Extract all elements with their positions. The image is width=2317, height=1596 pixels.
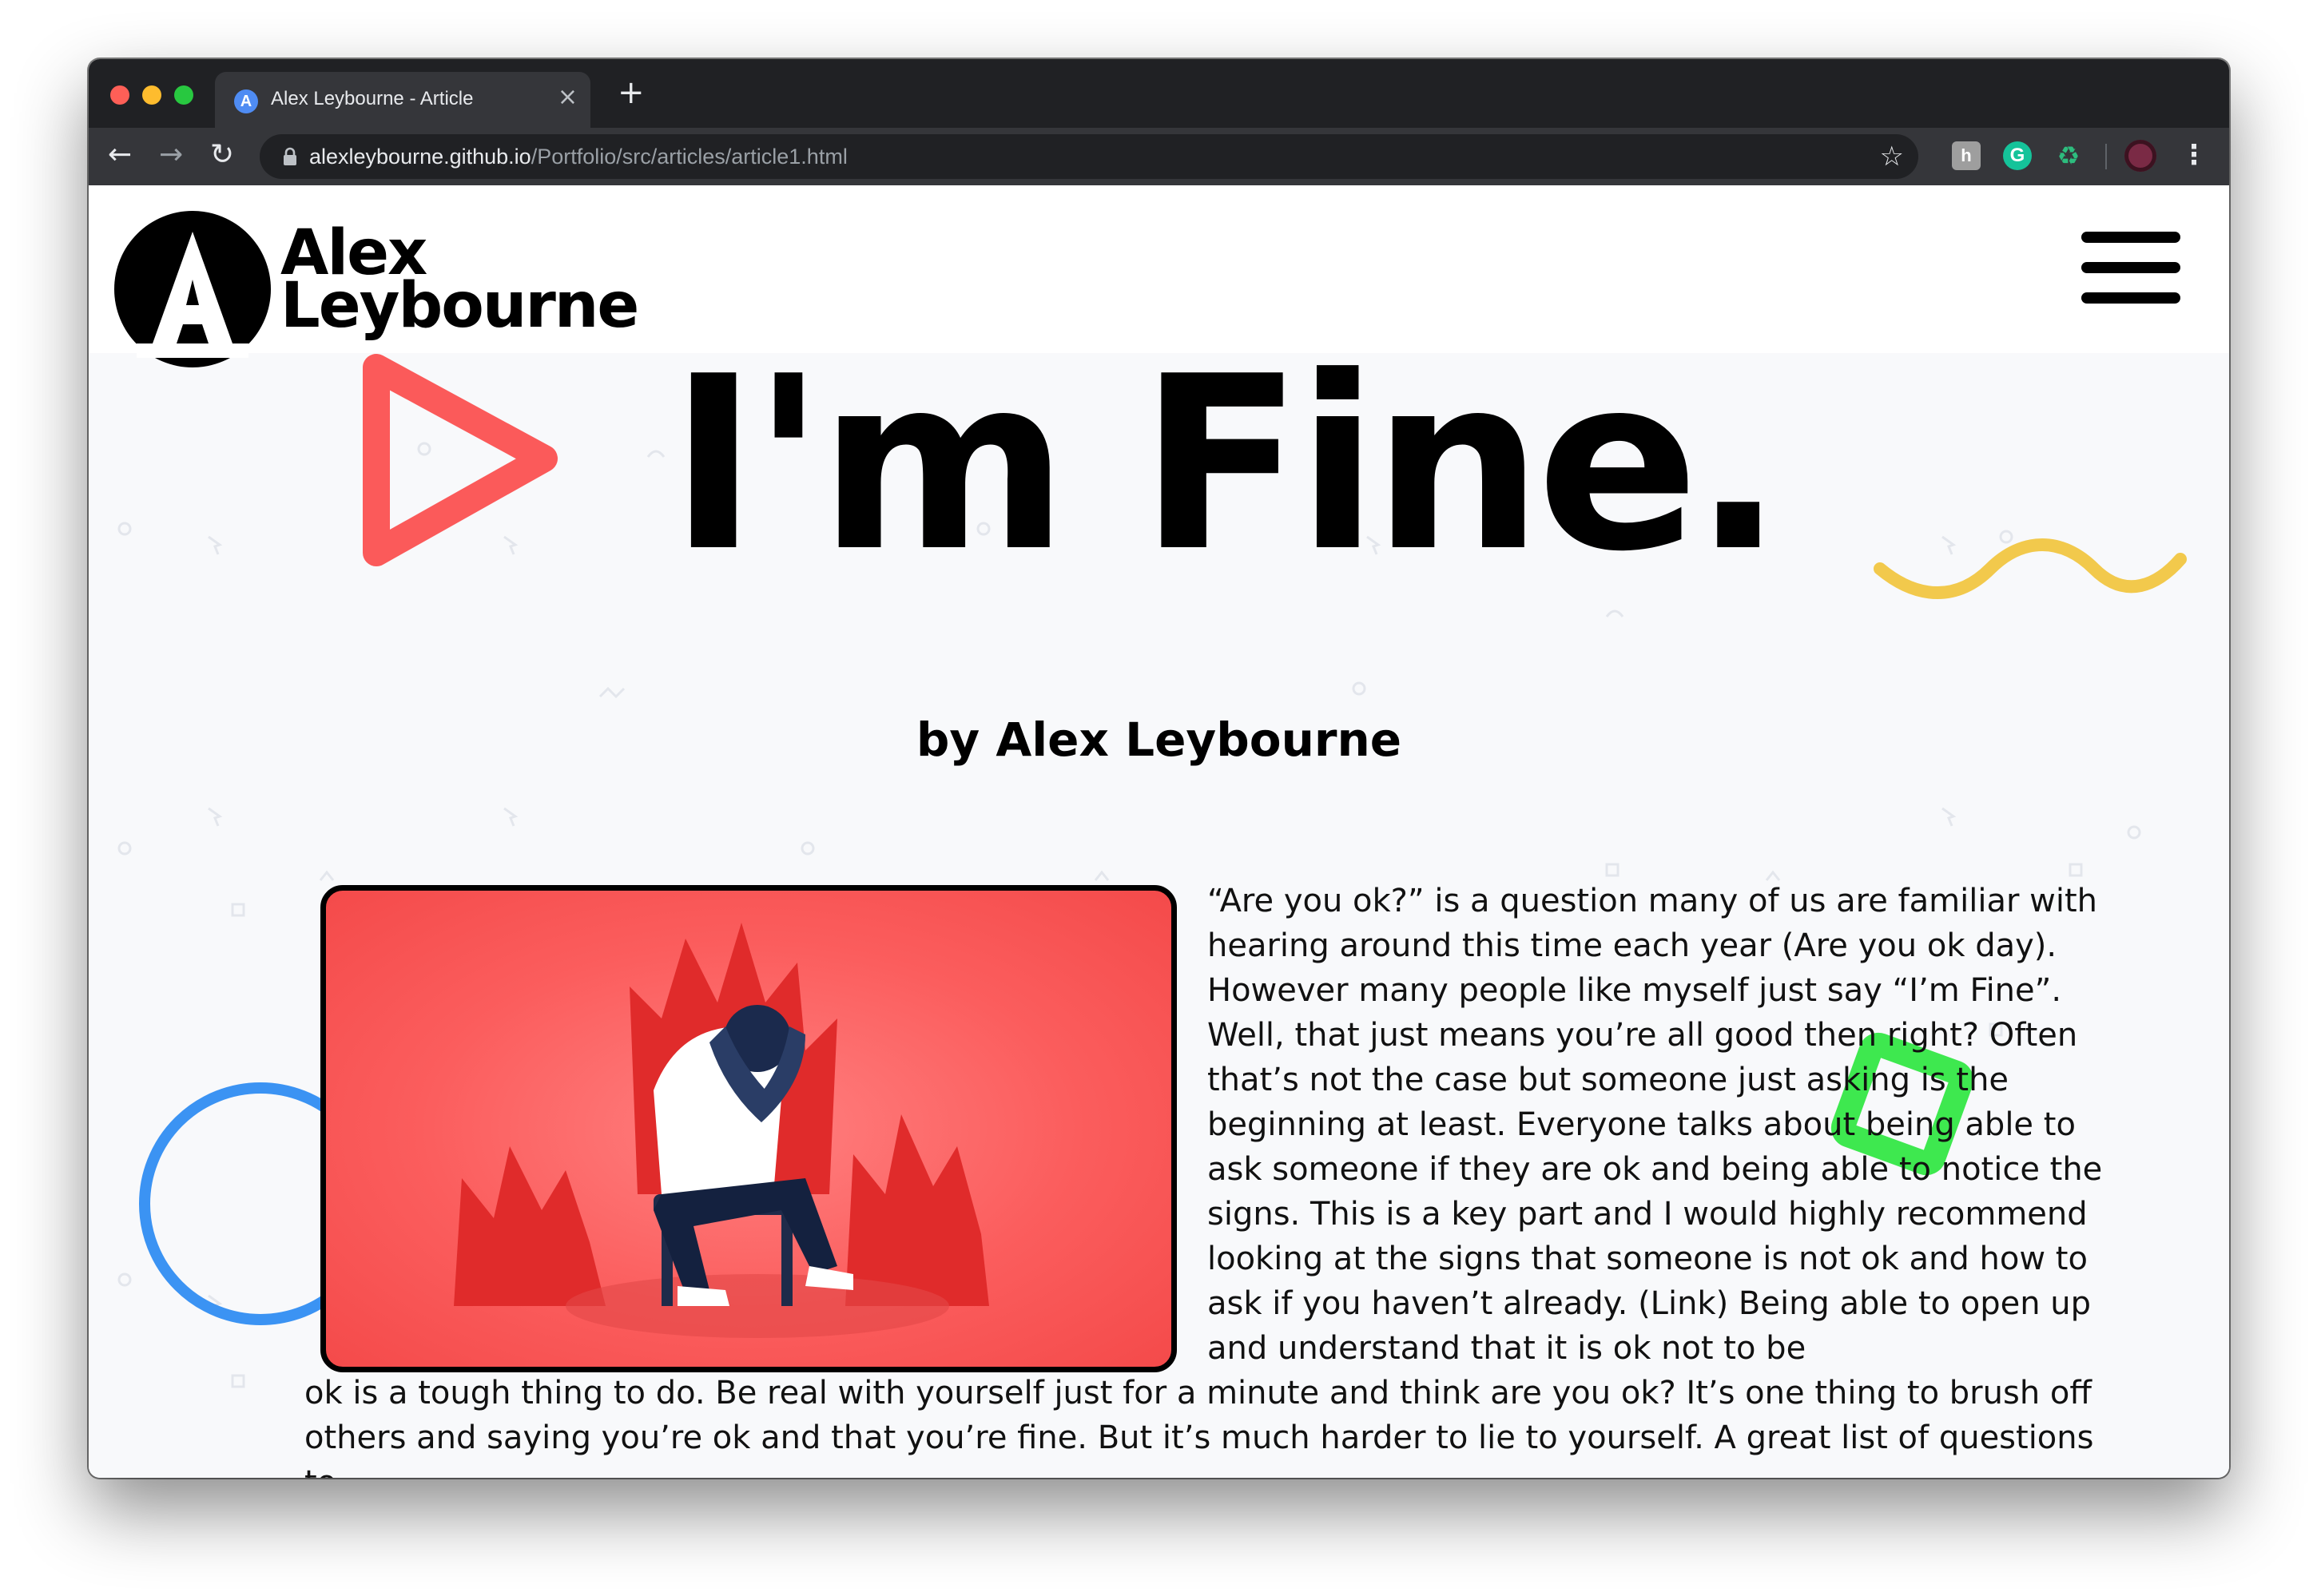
url-text: alexleybourne.github.io/Portfolio/src/ar… — [309, 145, 848, 169]
tab-title: Alex Leybourne - Article — [271, 88, 474, 109]
url-host: alexleybourne.github.io — [309, 145, 531, 169]
logo-line-last: Leybourne — [280, 270, 639, 342]
forward-arrow-icon[interactable]: → — [159, 137, 183, 173]
tab-bar: A Alex Leybourne - Article × + — [89, 59, 2229, 128]
minimize-window-button[interactable] — [142, 85, 161, 105]
new-tab-button[interactable]: + — [618, 77, 645, 109]
hamburger-bar — [2081, 262, 2180, 273]
browser-toolbar: ← → ↻ alexleybourne.github.io/Portfolio/… — [89, 128, 2229, 185]
article-illustration — [320, 885, 1177, 1372]
toolbar-divider — [2105, 144, 2107, 169]
tab-close-icon[interactable]: × — [558, 83, 578, 111]
browser-tab[interactable]: A Alex Leybourne - Article × — [215, 72, 590, 128]
article-paragraph-side: “Are you ok?” is a question many of us a… — [1207, 883, 2103, 1367]
profile-avatar[interactable] — [2124, 140, 2156, 172]
close-window-button[interactable] — [110, 85, 129, 105]
menu-dots-icon[interactable]: ⋮ — [2180, 137, 2208, 173]
url-path: /Portfolio/src/articles/article1.html — [531, 145, 848, 169]
logo-text[interactable]: Alex Leybourne — [280, 222, 639, 342]
favicon-icon: A — [234, 89, 258, 113]
reload-icon[interactable]: ↻ — [210, 137, 234, 173]
back-arrow-icon[interactable]: ← — [108, 137, 132, 173]
hamburger-bar — [2081, 292, 2180, 304]
red-triangle-decoration — [363, 354, 558, 566]
logo-icon[interactable] — [113, 209, 272, 369]
page-viewport: Alex Leybourne I'm Fine. by Alex Leybour… — [89, 185, 2229, 1478]
extension-icon[interactable]: h — [1952, 141, 1981, 170]
article-title: I'm Fine. — [669, 325, 1783, 604]
lock-icon — [284, 147, 296, 165]
hamburger-menu-icon[interactable] — [2081, 232, 2180, 304]
article-byline: by Alex Leybourne — [916, 713, 1402, 767]
stressed-man-illustration — [454, 923, 989, 1338]
star-icon[interactable]: ☆ — [1880, 141, 1904, 173]
article-paragraph-full: ok is a tough thing to do. Be real with … — [304, 1375, 2094, 1478]
recycle-icon[interactable]: ♻ — [2054, 141, 2083, 170]
hamburger-bar — [2081, 232, 2180, 243]
grammarly-icon[interactable]: G — [2003, 141, 2032, 170]
address-bar[interactable]: alexleybourne.github.io/Portfolio/src/ar… — [260, 134, 1918, 179]
browser-window: A Alex Leybourne - Article × + ← → ↻ ale… — [89, 59, 2229, 1478]
yellow-squiggle-decoration — [1874, 538, 2187, 599]
maximize-window-button[interactable] — [174, 85, 193, 105]
